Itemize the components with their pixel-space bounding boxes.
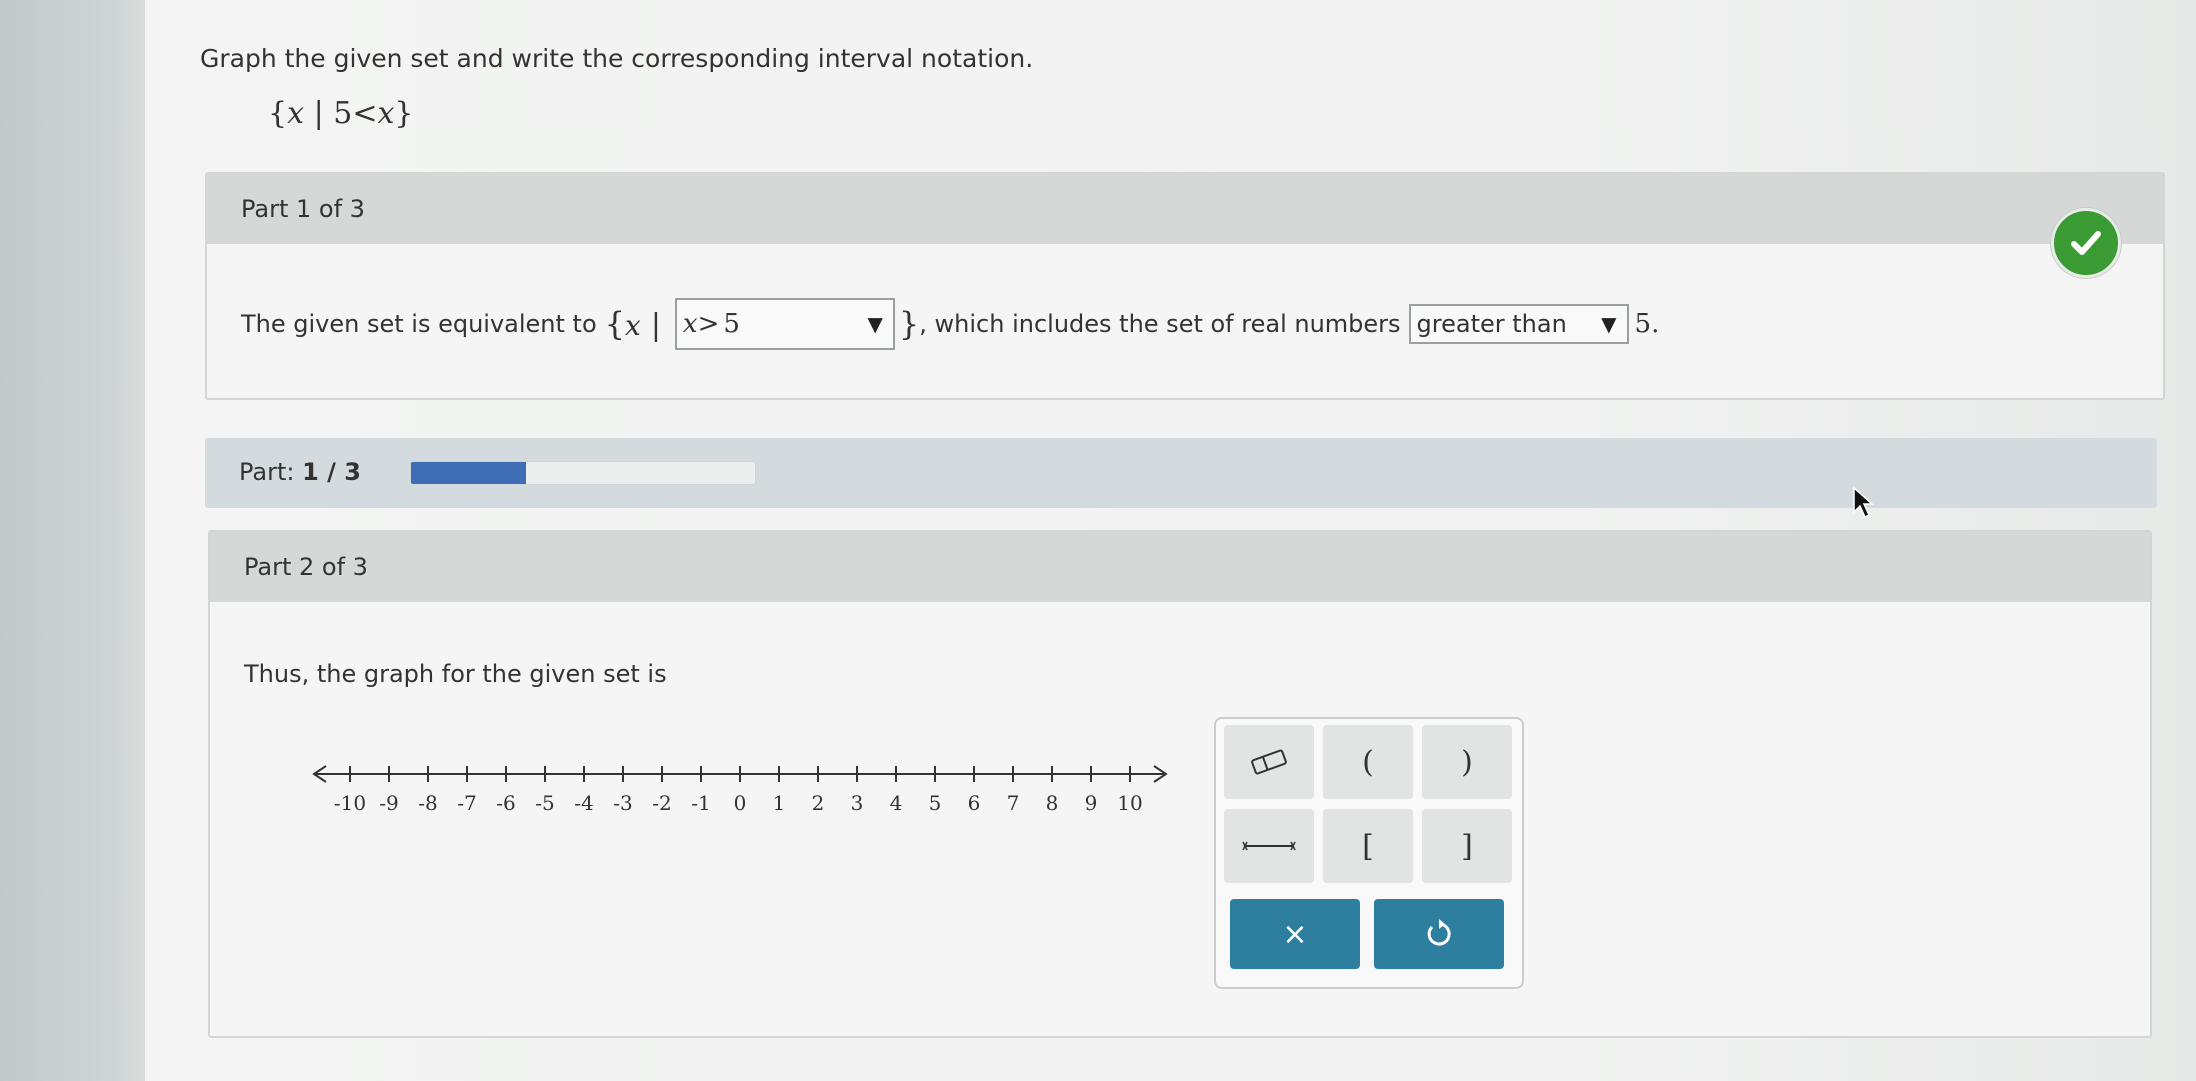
undo-button[interactable] <box>1374 899 1504 969</box>
relation-select-value: greater than <box>1416 310 1567 338</box>
dropdown-arrow-icon: ▼ <box>867 312 883 336</box>
progress-fill <box>411 462 526 484</box>
condition-select[interactable]: x> 5 ▼ <box>674 298 895 350</box>
closed-right-button[interactable]: ] <box>1422 809 1512 883</box>
undo-icon <box>1427 919 1451 946</box>
tick-label: -9 <box>379 791 398 815</box>
tick-label: -8 <box>418 791 437 815</box>
given-set: {x | 5<x} <box>268 96 414 131</box>
number-line[interactable]: -10 -9 -8 -7 -6 -5 -4 -3 -2 -1 0 1 2 3 4 5 6 7 8 9 10 <box>310 758 1170 828</box>
tick-label: -7 <box>457 791 476 815</box>
tick-label: 8 <box>1046 791 1059 815</box>
tick-label: -1 <box>691 791 710 815</box>
closed-left-button[interactable]: [ <box>1323 809 1413 883</box>
clear-button[interactable]: × <box>1230 899 1360 969</box>
progress-bar <box>410 461 756 485</box>
sentence-mid: , which includes the set of real numbers <box>919 310 1401 338</box>
graph-toolbox: ( ) [ ] × <box>1214 717 1524 989</box>
part2-header: Part 2 of 3 <box>210 532 2150 602</box>
part1-header: Part 1 of 3 <box>207 174 2163 244</box>
tick-label: 4 <box>890 791 903 815</box>
tick-label: -10 <box>334 791 366 815</box>
tick-label: 9 <box>1085 791 1098 815</box>
sentence-end: 5. <box>1634 309 1660 339</box>
progress-label: Part: 1 / 3 <box>239 458 361 486</box>
question-text: Graph the given set and write the corres… <box>200 44 1034 73</box>
relation-select[interactable]: greater than ▼ <box>1408 304 1629 344</box>
left-margin-strip <box>0 0 145 1081</box>
segment-icon <box>1242 841 1296 851</box>
tick-label: -2 <box>652 791 671 815</box>
eraser-icon <box>1251 749 1287 775</box>
tick-label: 10 <box>1117 791 1142 815</box>
tick-label: -4 <box>574 791 593 815</box>
check-circle-icon <box>2051 208 2121 278</box>
set-open: {x | <box>604 305 661 343</box>
set-close: } <box>898 305 920 343</box>
tick-label: 1 <box>773 791 786 815</box>
tick-label: 2 <box>812 791 825 815</box>
segment-button[interactable] <box>1224 809 1314 883</box>
part1-sentence: The given set is equivalent to {x | x> 5 ▼… <box>241 298 1659 350</box>
mouse-cursor-icon <box>1853 486 1874 519</box>
tick-label: -6 <box>496 791 515 815</box>
open-left-button[interactable]: ( <box>1323 725 1413 799</box>
tick-label: -5 <box>535 791 554 815</box>
sentence-start: The given set is equivalent to <box>241 310 597 338</box>
eraser-button[interactable] <box>1224 725 1314 799</box>
part1-panel: Part 1 of 3 The given set is equivalent … <box>205 172 2165 400</box>
open-right-button[interactable]: ) <box>1422 725 1512 799</box>
tick-label: 0 <box>734 791 747 815</box>
tick-label: 5 <box>929 791 942 815</box>
dropdown-arrow-icon: ▼ <box>1601 312 1617 336</box>
tick-label: 3 <box>851 791 864 815</box>
part2-panel: Part 2 of 3 Thus, the graph for the give… <box>208 530 2152 1038</box>
graph-prompt: Thus, the graph for the given set is <box>244 660 667 688</box>
tick-label: -3 <box>613 791 632 815</box>
tick-label: 6 <box>968 791 981 815</box>
tick-label: 7 <box>1007 791 1020 815</box>
